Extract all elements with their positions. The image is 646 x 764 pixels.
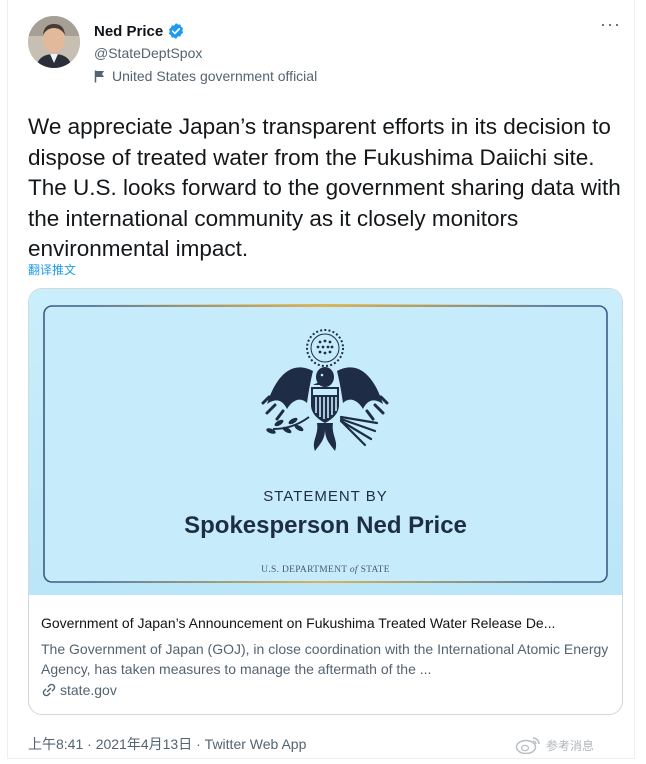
more-icon[interactable]: ···: [600, 14, 621, 35]
tweet-source-app[interactable]: Twitter Web App: [205, 736, 307, 752]
card-statement-by: STATEMENT BY: [263, 488, 388, 505]
avatar[interactable]: [28, 16, 80, 68]
author-name-row[interactable]: Ned Price: [94, 22, 185, 40]
government-label: United States government official: [94, 68, 317, 84]
link-card[interactable]: STATEMENT BY Spokesperson Ned Price U.S.…: [28, 288, 623, 715]
department-of: of: [349, 565, 358, 575]
watermark: 参考消息: [515, 736, 594, 754]
tweet-text: We appreciate Japan’s transparent effort…: [28, 114, 621, 261]
weibo-icon: [515, 737, 540, 754]
card-domain-text[interactable]: state.gov: [60, 682, 117, 698]
card-speaker-name: Spokesperson Ned Price: [184, 512, 467, 539]
flag-icon: [94, 70, 104, 82]
department-suffix: STATE: [360, 565, 390, 575]
author-name[interactable]: Ned Price: [94, 23, 163, 40]
link-icon: [42, 683, 56, 697]
tweet-date[interactable]: 2021年4月13日: [96, 736, 193, 752]
department-prefix: U.S. DEPARTMENT: [261, 565, 348, 575]
verified-badge-icon: [169, 23, 184, 39]
department-wordmark: U.S. DEPARTMENT of STATE: [29, 565, 622, 575]
watermark-text: 参考消息: [546, 738, 595, 753]
tweet-container: Ned Price @StateDeptSpox United States g…: [7, 0, 635, 759]
tweet-timestamp: 上午8:41 · 2021年4月13日 · Twitter Web App: [28, 736, 307, 752]
translate-tweet-link[interactable]: 翻译推文: [28, 261, 76, 278]
tweet-time[interactable]: 上午8:41: [28, 736, 83, 752]
card-title[interactable]: Government of Japan’s Announcement on Fu…: [41, 615, 611, 631]
card-image: STATEMENT BY Spokesperson Ned Price U.S.…: [29, 289, 622, 595]
government-label-text: United States government official: [112, 68, 318, 84]
card-graphic: [43, 304, 608, 583]
card-domain[interactable]: state.gov: [41, 682, 117, 698]
card-description: The Government of Japan (GOJ), in close …: [41, 641, 609, 677]
author-handle[interactable]: @StateDeptSpox: [94, 45, 202, 61]
